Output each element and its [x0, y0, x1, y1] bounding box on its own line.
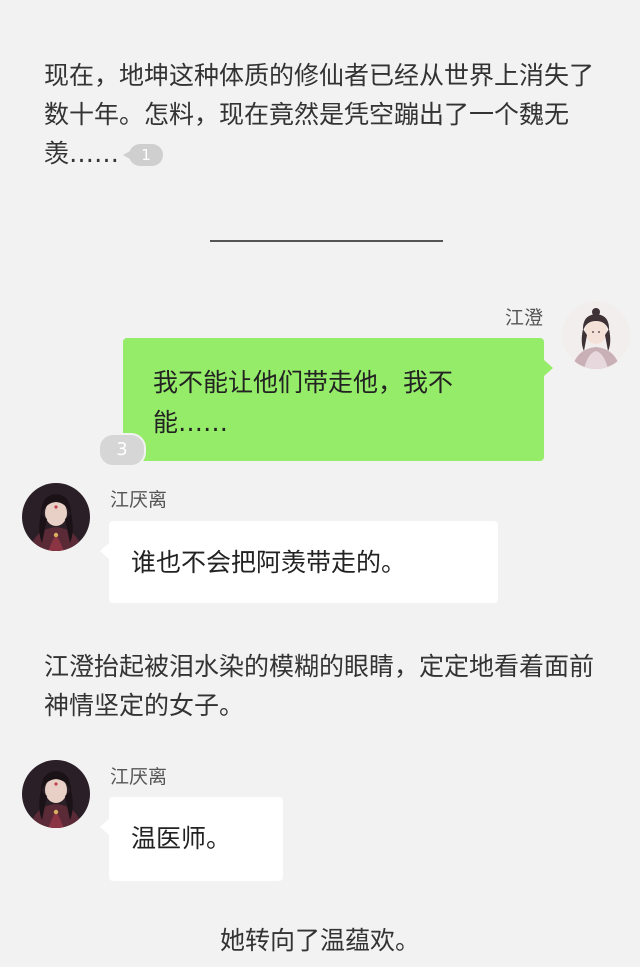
paragraph-comment-badge[interactable]: 1	[123, 144, 164, 166]
message-2-text: 谁也不会把阿羡带走的。	[131, 548, 407, 577]
message-3-bubble[interactable]: 温医师。	[100, 797, 283, 881]
jiang-cheng-avatar[interactable]	[562, 301, 630, 369]
story-paragraph-3: 她转向了温蕴欢。	[219, 926, 420, 955]
story-paragraph-1: 现在，地坤这种体质的修仙者已经从世界上消失了数十年。怎料，现在竟然是凭空蹦出了一…	[44, 56, 604, 173]
jiang-cheng-avatar-icon	[562, 301, 630, 369]
message-2-bubble[interactable]: 谁也不会把阿羡带走的。	[100, 521, 498, 603]
jiang-yanli-avatar[interactable]	[22, 483, 90, 551]
message-1-text: 我不能让他们带走他，我不能……	[153, 368, 454, 437]
jiang-yanli-avatar-2[interactable]	[22, 760, 90, 828]
message-2-sender: 江厌离	[110, 489, 168, 511]
story-paragraph-2: 江澄抬起被泪水染的模糊的眼睛，定定地看着面前神情坚定的女子。	[44, 652, 595, 720]
section-divider	[210, 240, 443, 242]
message-1-sender: 江澄	[504, 307, 543, 329]
message-3-text: 温医师。	[131, 824, 232, 853]
message-1-bubble[interactable]: 我不能让他们带走他，我不能……	[123, 338, 553, 461]
message-1-comment-badge[interactable]: 3	[98, 433, 146, 467]
jiang-yanli-avatar-icon	[22, 483, 90, 551]
jiang-yanli-avatar-icon	[22, 760, 90, 828]
message-3-sender: 江厌离	[110, 766, 168, 788]
